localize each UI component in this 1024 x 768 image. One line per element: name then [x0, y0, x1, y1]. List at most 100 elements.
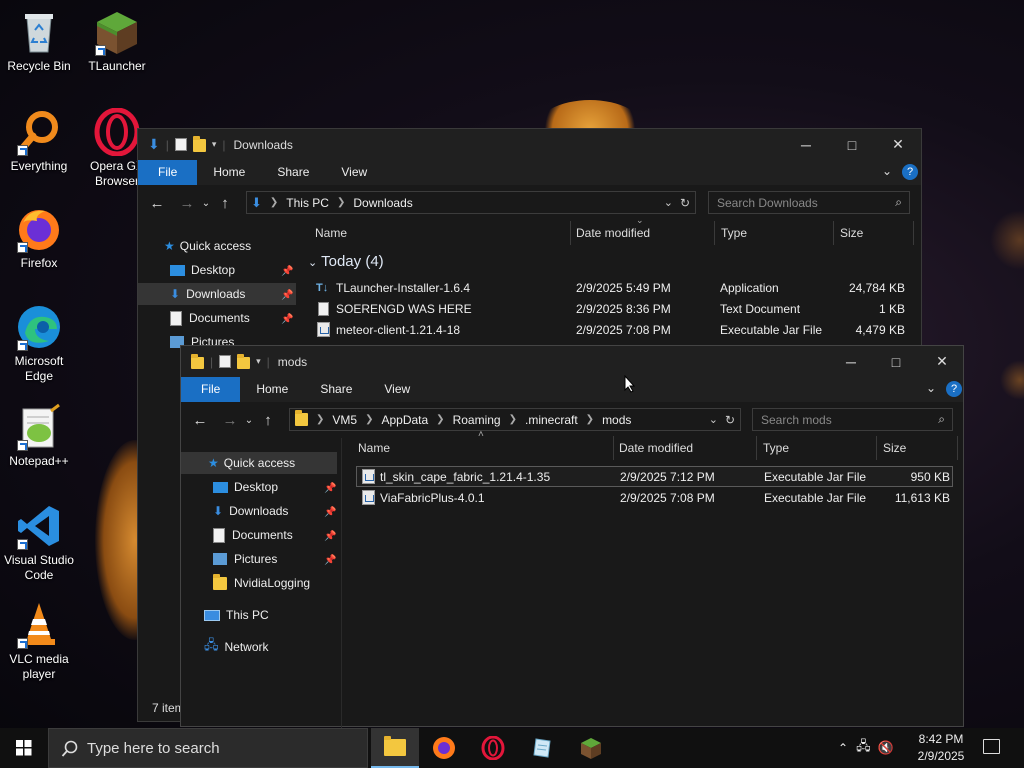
breadcrumb-downloads[interactable]: Downloads	[353, 196, 412, 210]
column-divider[interactable]	[913, 221, 914, 245]
desktop-icon-vscode[interactable]: Visual Studio Code	[0, 502, 78, 583]
nav-desktop[interactable]: Desktop	[170, 259, 235, 281]
properties-icon[interactable]	[174, 138, 187, 151]
file-row[interactable]: SOERENGD WAS HERE 2/9/2025 8:36 PM Text …	[310, 298, 915, 319]
back-button[interactable]: ←	[145, 195, 169, 212]
pane-divider[interactable]	[341, 438, 342, 728]
desktop-icon-everything[interactable]: Everything	[0, 108, 78, 174]
column-divider[interactable]	[570, 221, 571, 245]
nav-documents[interactable]: Documents	[170, 307, 250, 329]
volume-muted-icon[interactable]: 🔇	[878, 740, 894, 756]
address-bar[interactable]: ❯ VM5 ❯ AppData ❯ Roaming ❯ .minecraft ❯…	[289, 408, 741, 431]
tab-file[interactable]: File	[138, 160, 198, 185]
file-row[interactable]: ViaFabricPlus-4.0.1 2/9/2025 7:08 PM Exe…	[356, 487, 953, 508]
nav-desktop[interactable]: Desktop	[213, 476, 278, 498]
up-button[interactable]: ↑	[256, 412, 280, 429]
refresh-icon[interactable]: ↻	[725, 413, 735, 427]
column-header-date[interactable]: Date modified	[619, 433, 693, 463]
breadcrumb-appdata[interactable]: AppData	[381, 413, 428, 427]
breadcrumb-roaming[interactable]: Roaming	[453, 413, 501, 427]
taskbar-file-explorer[interactable]	[371, 728, 419, 768]
forward-button[interactable]: →	[175, 195, 199, 212]
desktop-icon-tlauncher[interactable]: TLauncher	[78, 8, 156, 74]
nav-this-pc[interactable]: This PC	[204, 604, 269, 626]
desktop-icon-edge[interactable]: Microsoft Edge	[0, 303, 78, 384]
close-button[interactable]: ✕	[875, 129, 921, 160]
nav-quick-access[interactable]: ★ Quick access	[181, 452, 337, 474]
desktop-icon-firefox[interactable]: Firefox	[0, 205, 78, 271]
nav-downloads[interactable]: ⬇ Downloads	[138, 283, 296, 305]
nav-downloads[interactable]: ⬇ Downloads	[213, 500, 288, 522]
breadcrumb-minecraft[interactable]: .minecraft	[525, 413, 578, 427]
column-header-size[interactable]: Size	[840, 218, 863, 248]
tab-view[interactable]: View	[325, 160, 383, 185]
column-header-size[interactable]: Size	[883, 433, 906, 463]
column-header-type[interactable]: Type	[721, 218, 747, 248]
taskbar-notepadpp[interactable]	[518, 728, 566, 768]
group-header[interactable]: ⌄ Today (4)	[308, 253, 384, 270]
chevron-down-icon[interactable]: ⌄	[882, 164, 892, 178]
chevron-down-icon[interactable]: ⌄	[926, 381, 936, 395]
customize-quick-access-icon[interactable]: ▾	[256, 356, 261, 367]
desktop-icon-recycle-bin[interactable]: Recycle Bin	[0, 8, 78, 74]
tab-share[interactable]: Share	[304, 377, 368, 402]
customize-quick-access-icon[interactable]: ▾	[212, 139, 217, 150]
minimize-button[interactable]: ─	[783, 129, 829, 160]
chevron-down-icon[interactable]: ⌄	[664, 196, 673, 209]
desktop-icon-notepadpp[interactable]: Notepad++	[0, 403, 78, 469]
column-header-name[interactable]: Name	[315, 218, 347, 248]
nav-documents[interactable]: Documents	[213, 524, 293, 546]
column-divider[interactable]	[957, 436, 958, 460]
column-header-type[interactable]: Type	[763, 433, 789, 463]
address-bar[interactable]: ⬇ ❯ This PC ❯ Downloads ⌄ ↻	[246, 191, 696, 214]
forward-button[interactable]: →	[218, 412, 242, 429]
show-hidden-icons-chevron-icon[interactable]: ⌃	[838, 741, 848, 755]
back-button[interactable]: ←	[188, 412, 212, 429]
column-header-name[interactable]: Name	[358, 433, 390, 463]
title-bar[interactable]: ⬇ | ▾ | Downloads ─ □ ✕	[138, 129, 921, 160]
new-folder-icon[interactable]	[237, 353, 251, 369]
breadcrumb-vm5[interactable]: VM5	[332, 413, 357, 427]
maximize-button[interactable]: □	[873, 346, 919, 377]
file-row[interactable]: T↓ TLauncher-Installer-1.6.4 2/9/2025 5:…	[310, 277, 915, 298]
column-divider[interactable]	[876, 436, 877, 460]
recent-locations-button[interactable]: ⌄	[199, 198, 213, 209]
search-input[interactable]: Search Downloads ⌕	[708, 191, 910, 214]
taskbar-search-box[interactable]: Type here to search	[48, 728, 368, 768]
mods-window[interactable]: | ▾ | mods ─ □ ✕ File Home Share View ⌄ …	[180, 345, 964, 728]
tab-file[interactable]: File	[181, 377, 241, 402]
column-divider[interactable]	[756, 436, 757, 460]
start-button[interactable]	[0, 728, 48, 768]
nav-pictures[interactable]: Pictures	[213, 548, 277, 570]
tab-home[interactable]: Home	[240, 377, 304, 402]
nav-quick-access[interactable]: ★ Quick access	[164, 235, 251, 257]
refresh-icon[interactable]: ↻	[680, 196, 690, 210]
tab-view[interactable]: View	[368, 377, 426, 402]
close-button[interactable]: ✕	[919, 346, 965, 377]
tab-share[interactable]: Share	[261, 160, 325, 185]
column-divider[interactable]	[613, 436, 614, 460]
network-icon[interactable]: 🖧	[856, 737, 871, 759]
nav-nvidialogging[interactable]: NvidiaLogging	[213, 572, 310, 594]
recent-locations-button[interactable]: ⌄	[242, 415, 256, 426]
properties-icon[interactable]	[219, 355, 232, 368]
maximize-button[interactable]: □	[829, 129, 875, 160]
notification-center-icon[interactable]	[983, 739, 1000, 754]
minimize-button[interactable]: ─	[828, 346, 874, 377]
file-row[interactable]: tl_skin_cape_fabric_1.21.4-1.35 2/9/2025…	[356, 466, 953, 487]
taskbar-tlauncher[interactable]	[567, 728, 615, 768]
breadcrumb-mods[interactable]: mods	[602, 413, 631, 427]
column-divider[interactable]	[714, 221, 715, 245]
new-folder-icon[interactable]	[192, 136, 206, 152]
help-icon[interactable]: ?	[946, 381, 962, 397]
chevron-down-icon[interactable]: ⌄	[709, 413, 718, 426]
taskbar-opera-gx[interactable]	[469, 728, 517, 768]
title-bar[interactable]: | ▾ | mods ─ □ ✕	[181, 346, 963, 377]
file-row[interactable]: meteor-client-1.21.4-18 2/9/2025 7:08 PM…	[310, 319, 915, 340]
up-button[interactable]: ↑	[213, 195, 237, 212]
desktop-icon-vlc[interactable]: VLC media player	[0, 601, 78, 682]
breadcrumb-this-pc[interactable]: This PC	[286, 196, 329, 210]
clock[interactable]: 8:42 PM 2/9/2025	[905, 731, 977, 765]
column-divider[interactable]	[833, 221, 834, 245]
taskbar-firefox[interactable]	[420, 728, 468, 768]
